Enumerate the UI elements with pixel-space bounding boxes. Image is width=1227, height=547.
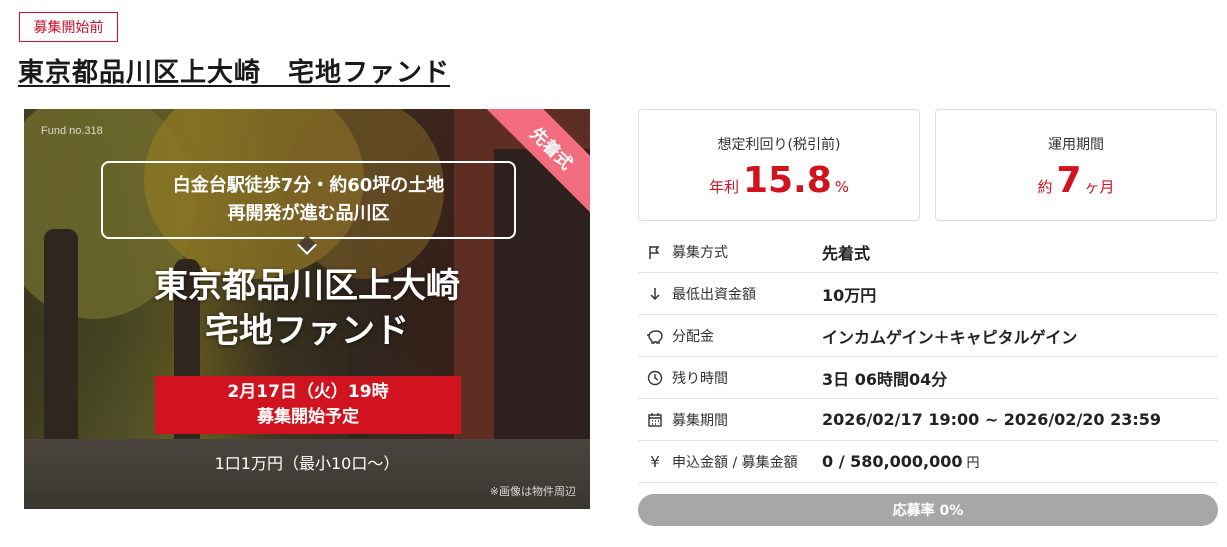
piggy-bank-icon [638, 328, 672, 344]
yield-card: 想定利回り(税引前) 年利 15.8 % [638, 109, 920, 221]
banner-min-investment: 1口1万円（最小10口～） [214, 454, 400, 473]
banner-title: 東京都品川区上大崎 宅地ファンド [24, 264, 590, 354]
page-title: 東京都品川区上大崎 宅地ファンド [18, 58, 451, 88]
callout-line-2: 再開発が進む品川区 [227, 203, 390, 224]
detail-label: 残り時間 [672, 370, 728, 387]
fund-banner-image: Fund no.318 先着式 白金台駅徒歩7分・約60坪の土地 再開発が進む品… [24, 109, 590, 509]
term-label: 運用期間 [1048, 137, 1104, 153]
yen-icon: ¥ [650, 452, 660, 471]
detail-label: 最低出資金額 [672, 286, 756, 303]
fund-number: Fund no.318 [41, 125, 103, 137]
detail-label: 申込金額 / 募集金額 [672, 454, 798, 471]
term-number: 7 [1056, 160, 1082, 201]
detail-value: 10万円 [822, 285, 877, 305]
callout-line-1: 白金台駅徒歩7分・約60坪の土地 [172, 175, 445, 196]
banner-start-date: 2月17日（火）19時 募集開始予定 [155, 376, 461, 434]
detail-value: 0 / 580,000,000 円 [822, 452, 979, 471]
detail-row-amount: ¥ 申込金額 / 募集金額 0 / 580,000,000 円 [638, 441, 1218, 483]
amount-unit: 円 [966, 456, 980, 471]
arrow-down-icon [638, 286, 672, 302]
detail-value: インカムゲイン＋キャピタルゲイン [822, 327, 1078, 347]
clock-icon [638, 370, 672, 386]
yield-value: 年利 15.8 % [709, 160, 849, 201]
detail-value: 2026/02/17 19:00 ~ 2026/02/20 23:59 [822, 410, 1162, 429]
banner-date-line-1: 2月17日（火）19時 [227, 382, 389, 402]
yield-suffix: % [834, 178, 850, 196]
term-suffix: ヶ月 [1084, 178, 1115, 196]
banner-title-line-2: 宅地ファンド [205, 311, 409, 351]
banner-date-line-2: 募集開始予定 [257, 407, 359, 427]
flag-icon [638, 244, 672, 260]
banner-title-line-1: 東京都品川区上大崎 [154, 266, 460, 306]
term-prefix: 約 [1037, 178, 1053, 196]
detail-label: 分配金 [672, 328, 714, 345]
banner-image-note: ※画像は物件周辺 [489, 485, 576, 498]
status-badge: 募集開始前 [19, 12, 118, 42]
detail-value: 先着式 [822, 243, 871, 263]
detail-row-period: 募集期間 2026/02/17 19:00 ~ 2026/02/20 23:59 [638, 399, 1218, 441]
yield-label: 想定利回り(税引前) [717, 137, 841, 153]
detail-label: 募集期間 [672, 412, 728, 429]
detail-row-method: 募集方式 先着式 [638, 231, 1218, 273]
application-rate-label: 応募率 0% [892, 503, 964, 519]
detail-value: 3日 06時間04分 [822, 369, 948, 389]
calendar-icon [638, 412, 672, 428]
amount-value: 0 / 580,000,000 [822, 452, 963, 471]
detail-label: 募集方式 [672, 244, 728, 261]
detail-row-remaining-time: 残り時間 3日 06時間04分 [638, 357, 1218, 399]
detail-row-min-investment: 最低出資金額 10万円 [638, 273, 1218, 315]
yield-prefix: 年利 [708, 178, 739, 196]
yield-number: 15.8 [742, 160, 832, 201]
detail-row-distribution: 分配金 インカムゲイン＋キャピタルゲイン [638, 315, 1218, 357]
application-rate-bar: 応募率 0% [638, 494, 1218, 526]
term-value: 約 7 ヶ月 [1037, 160, 1114, 201]
banner-callout: 白金台駅徒歩7分・約60坪の土地 再開発が進む品川区 [101, 161, 516, 239]
term-card: 運用期間 約 7 ヶ月 [935, 109, 1217, 221]
fund-details: 募集方式 先着式 最低出資金額 10万円 分配金 インカムゲイン＋キャピタルゲイ… [638, 231, 1218, 483]
